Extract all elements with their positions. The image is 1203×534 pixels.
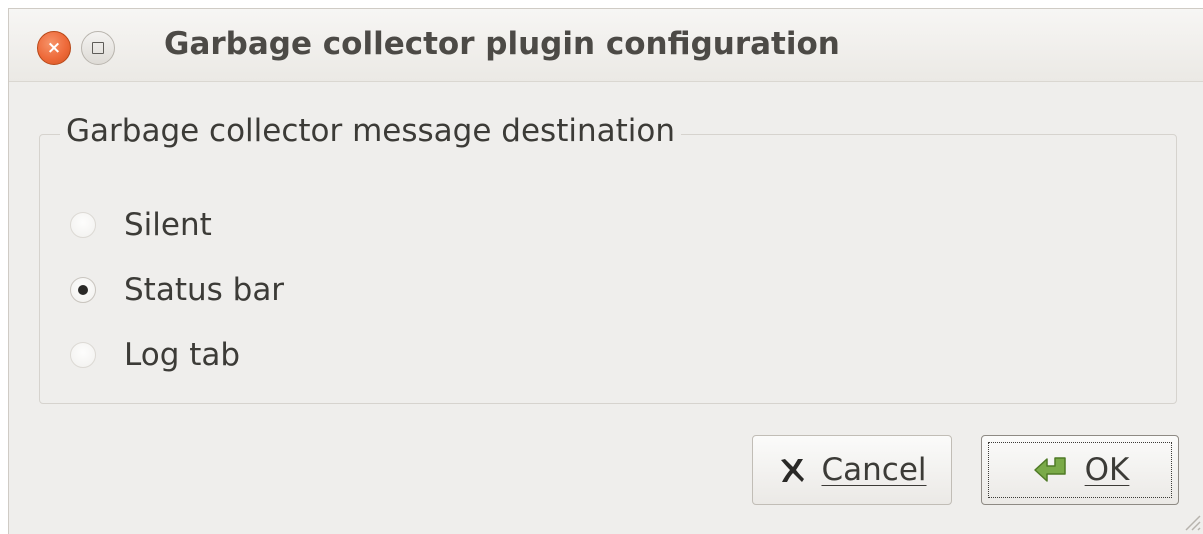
title-bar[interactable]: × Garbage collector plugin configuration	[9, 9, 1203, 82]
ok-label: OK	[1084, 452, 1130, 488]
cancel-button[interactable]: Cancel	[752, 435, 952, 505]
return-arrow-icon	[1031, 455, 1071, 485]
radio-button-status-bar[interactable]	[70, 277, 96, 303]
ok-button[interactable]: OK	[981, 435, 1179, 505]
focus-ring	[988, 442, 1172, 498]
close-icon: ×	[46, 38, 62, 58]
message-destination-group: Garbage collector message destination Si…	[39, 113, 1177, 404]
maximize-icon	[92, 42, 104, 54]
resize-grip-icon[interactable]	[1180, 510, 1202, 532]
cross-icon	[777, 455, 807, 485]
radio-option-log-tab[interactable]: Log tab	[70, 335, 240, 375]
dialog-window: × Garbage collector plugin configuration…	[8, 8, 1203, 534]
radio-button-silent[interactable]	[70, 212, 96, 238]
radio-label-status-bar: Status bar	[124, 272, 285, 308]
close-button[interactable]: ×	[37, 31, 71, 65]
radio-option-status-bar[interactable]: Status bar	[70, 270, 284, 310]
radio-selected-dot	[78, 285, 88, 295]
radio-button-log-tab[interactable]	[70, 342, 96, 368]
radio-option-silent[interactable]: Silent	[70, 205, 212, 245]
cancel-label: Cancel	[821, 452, 927, 488]
radio-label-silent: Silent	[124, 207, 212, 243]
window-title: Garbage collector plugin configuration	[164, 26, 840, 62]
group-legend: Garbage collector message destination	[60, 113, 681, 149]
radio-label-log-tab: Log tab	[124, 337, 241, 373]
maximize-button[interactable]	[81, 31, 115, 65]
